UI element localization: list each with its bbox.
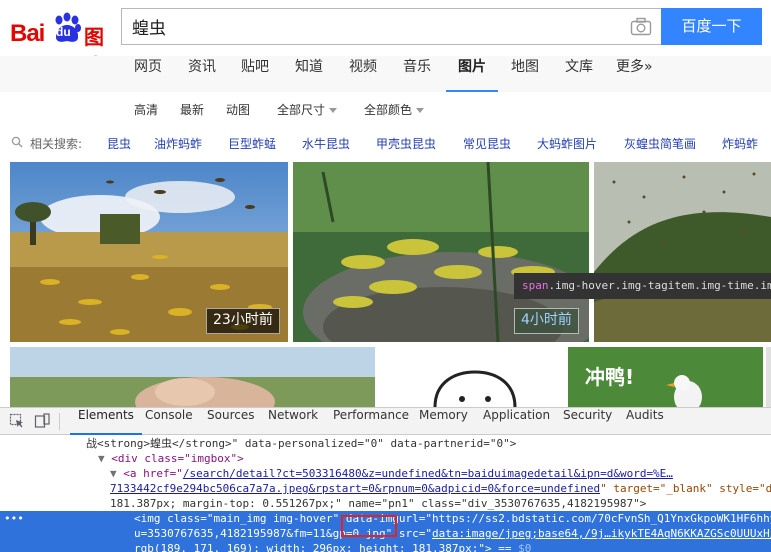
tab-performance[interactable]: Performance (333, 408, 409, 435)
tab-network[interactable]: Network (268, 408, 318, 435)
nav-item-web[interactable]: 网页 (134, 56, 162, 92)
chevron-down-icon (416, 108, 425, 113)
grassland-photo (10, 347, 375, 407)
sticker-text: 冲鸭! (585, 365, 635, 389)
related-link[interactable]: 灰蝗虫简笔画 (624, 135, 696, 152)
tooltip-selector: .img-hover.img-tagitem.img-time.im (548, 279, 771, 292)
code-line[interactable]: ▼ <div class="imgbox"> (0, 451, 771, 466)
related-link[interactable]: 巨型蚱蜢 (228, 135, 276, 152)
related-searches: 相关搜索: 昆虫 油炸蚂蚱 巨型蚱蜢 水牛昆虫 甲壳虫昆虫 常见昆虫 大蚂蚱图片… (0, 126, 771, 156)
code-link[interactable]: data:image/jpeg;base64,/9j…ikykTE4AqN6KK… (432, 527, 771, 540)
filter-animated[interactable]: 动图 (226, 101, 250, 118)
filter-size-label: 全部尺寸 (277, 103, 326, 117)
device-toolbar-icon[interactable] (34, 413, 50, 429)
code-tag: <div class="imgbox"> (111, 452, 244, 465)
toolbar-divider (59, 413, 60, 430)
tab-memory[interactable]: Memory (419, 408, 468, 435)
image-result[interactable] (594, 162, 771, 342)
image-result[interactable] (380, 347, 563, 407)
tooltip-tag: span (522, 279, 549, 292)
nav-item-zhidao[interactable]: 知道 (295, 56, 323, 92)
filter-color-label: 全部颜色 (364, 103, 413, 117)
tab-application[interactable]: Application (483, 408, 550, 435)
code-text: 181.387px; margin-top: 0.551267px;" name… (110, 497, 647, 510)
code-attr: " target="_blank" style="d (600, 482, 771, 495)
tab-elements[interactable]: Elements (70, 408, 142, 435)
search-input[interactable] (122, 9, 622, 44)
code-link[interactable]: /search/detail?ct=503316480&z=undefined&… (183, 467, 673, 480)
filter-hd[interactable]: 高清 (134, 101, 158, 118)
logo-du-text: du (56, 25, 71, 39)
code-line[interactable]: rgb(189, 171, 169); width: 296px; height… (0, 541, 771, 552)
nav-item-music[interactable]: 音乐 (403, 56, 431, 92)
image-result[interactable] (10, 347, 375, 407)
nav-item-more[interactable]: 更多» (616, 56, 653, 92)
filter-bar: 高清 最新 动图 全部尺寸 全部颜色 (0, 92, 771, 126)
search-button[interactable]: 百度一下 (661, 8, 762, 45)
vertical-nav: 网页 资讯 贴吧 知道 视频 音乐 图片 地图 文库 更多» (0, 56, 771, 92)
code-text: rgb(189, 171, 169); width: 296px; height… (134, 542, 519, 552)
camera-icon[interactable] (630, 17, 652, 37)
expand-triangle-icon[interactable]: ▼ (98, 452, 105, 465)
code-tag: <a href=" (123, 467, 183, 480)
code-line[interactable]: 7133442cf9e294bc506ca7a7a.jpeg&rpstart=0… (0, 481, 771, 496)
filter-latest[interactable]: 最新 (180, 101, 204, 118)
code-text: 战<strong>蝗虫</strong>" data-personalized=… (86, 437, 517, 450)
tab-audits[interactable]: Audits (626, 408, 664, 435)
nav-item-wenku[interactable]: 文库 (565, 56, 593, 92)
search-box (121, 8, 661, 45)
code-link[interactable]: 7133442cf9e294bc506ca7a7a.jpeg&rpstart=0… (110, 482, 600, 495)
nav-item-images[interactable]: 图片 (446, 56, 498, 92)
nav-item-video[interactable]: 视频 (349, 56, 377, 92)
tab-security[interactable]: Security (563, 408, 612, 435)
locust-swarm-photo (594, 162, 771, 342)
related-link[interactable]: 甲壳虫昆虫 (376, 135, 436, 152)
image-result[interactable]: 冲鸭! (568, 347, 763, 407)
baidu-logo[interactable]: Bai du 图片 (8, 8, 116, 78)
related-link[interactable]: 水牛昆虫 (302, 135, 350, 152)
related-link[interactable]: 油炸蚂蚱 (154, 135, 202, 152)
chevron-down-icon (329, 108, 338, 113)
code-line[interactable]: 181.387px; margin-top: 0.551267px;" name… (0, 496, 771, 511)
code-text: u=3530767635,4182195987&fm=11&gp (134, 527, 346, 540)
console-ref: $0 (518, 542, 532, 552)
inspect-element-icon[interactable] (9, 413, 25, 429)
header: Bai du 图片 百度一下 (0, 0, 771, 78)
image-result[interactable]: 23小时前 (10, 162, 288, 342)
devtools-tab-bar: Elements Console Sources Network Perform… (0, 408, 771, 435)
tab-sources[interactable]: Sources (207, 408, 254, 435)
time-badge: 23小时前 (206, 308, 280, 334)
time-badge: 4小时前 (514, 308, 579, 334)
tab-console[interactable]: Console (145, 408, 193, 435)
code-text: <img class="main_img img-hover" data-img… (134, 512, 771, 525)
related-link[interactable]: 常见昆虫 (463, 135, 511, 152)
related-link[interactable]: 昆虫 (107, 135, 131, 152)
filter-color-dropdown[interactable]: 全部颜色 (364, 101, 425, 118)
code-line[interactable]: 战<strong>蝗虫</strong>" data-personalized=… (0, 436, 771, 451)
nav-item-news[interactable]: 资讯 (188, 56, 216, 92)
cartoon-face-drawing (433, 370, 517, 407)
nav-item-tieba[interactable]: 贴吧 (241, 56, 269, 92)
image-result[interactable]: 4小时前 (293, 162, 589, 342)
search-icon (11, 136, 23, 148)
filter-size-dropdown[interactable]: 全部尺寸 (277, 101, 338, 118)
expand-triangle-icon[interactable]: ▼ (110, 467, 117, 480)
related-link[interactable]: 炸蚂蚱 (722, 135, 758, 152)
related-link[interactable]: 大蚂蚱图片 (537, 135, 597, 152)
devtools-hover-tooltip: span.img-hover.img-tagitem.img-time.im (514, 273, 771, 299)
logo-bai-text: Bai (10, 20, 45, 47)
image-edge (766, 347, 771, 407)
nav-item-map[interactable]: 地图 (511, 56, 539, 92)
code-line[interactable]: ▼ <a href="/search/detail?ct=503316480&z… (0, 466, 771, 481)
annotation-highlight-box (341, 515, 397, 537)
related-label: 相关搜索: (30, 137, 83, 151)
